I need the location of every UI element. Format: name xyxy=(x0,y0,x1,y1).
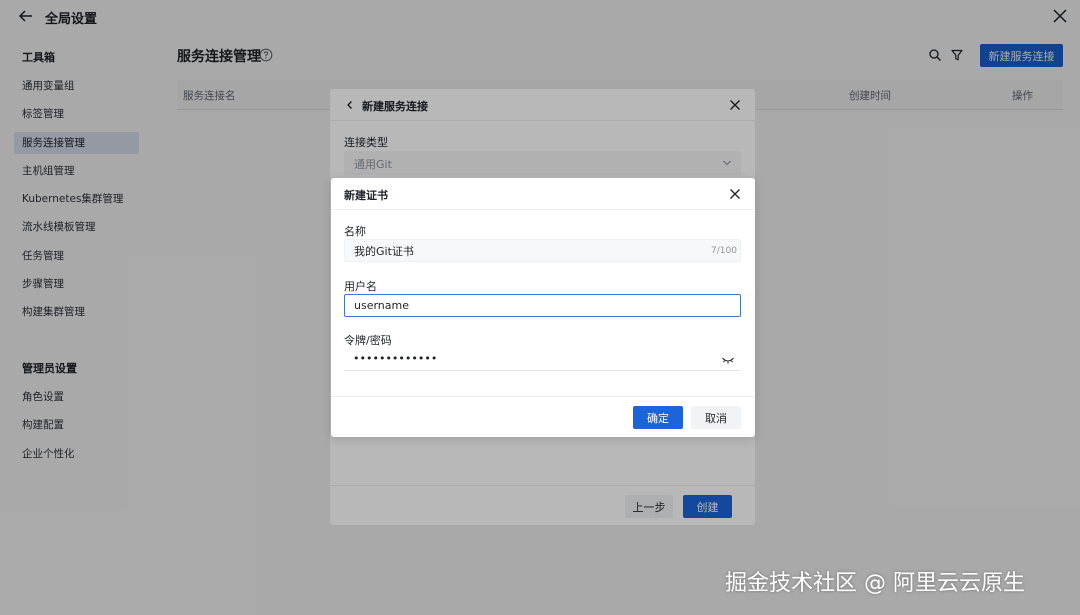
watermark: 掘金技术社区 @ 阿里云云原生 xyxy=(725,571,1025,596)
close-icon[interactable] xyxy=(727,186,743,202)
confirm-button[interactable]: 确定 xyxy=(633,406,683,429)
username-label: 用户名 xyxy=(344,280,377,293)
username-input[interactable] xyxy=(344,294,741,317)
token-password-input[interactable]: ••••••••••••• xyxy=(344,349,741,371)
password-label: 令牌/密码 xyxy=(344,334,392,347)
password-value: ••••••••••••• xyxy=(353,352,438,365)
dialog-header xyxy=(331,178,755,210)
name-label: 名称 xyxy=(344,225,366,238)
name-char-counter: 7/100 xyxy=(711,246,737,256)
eye-closed-icon[interactable] xyxy=(721,355,735,365)
new-certificate-dialog: 新建证书 名称 7/100 用户名 令牌/密码 ••••••••••••• 确定… xyxy=(331,178,755,437)
dialog-title: 新建证书 xyxy=(344,189,388,202)
certificate-name-input[interactable] xyxy=(344,239,741,262)
cancel-button[interactable]: 取消 xyxy=(691,406,741,429)
